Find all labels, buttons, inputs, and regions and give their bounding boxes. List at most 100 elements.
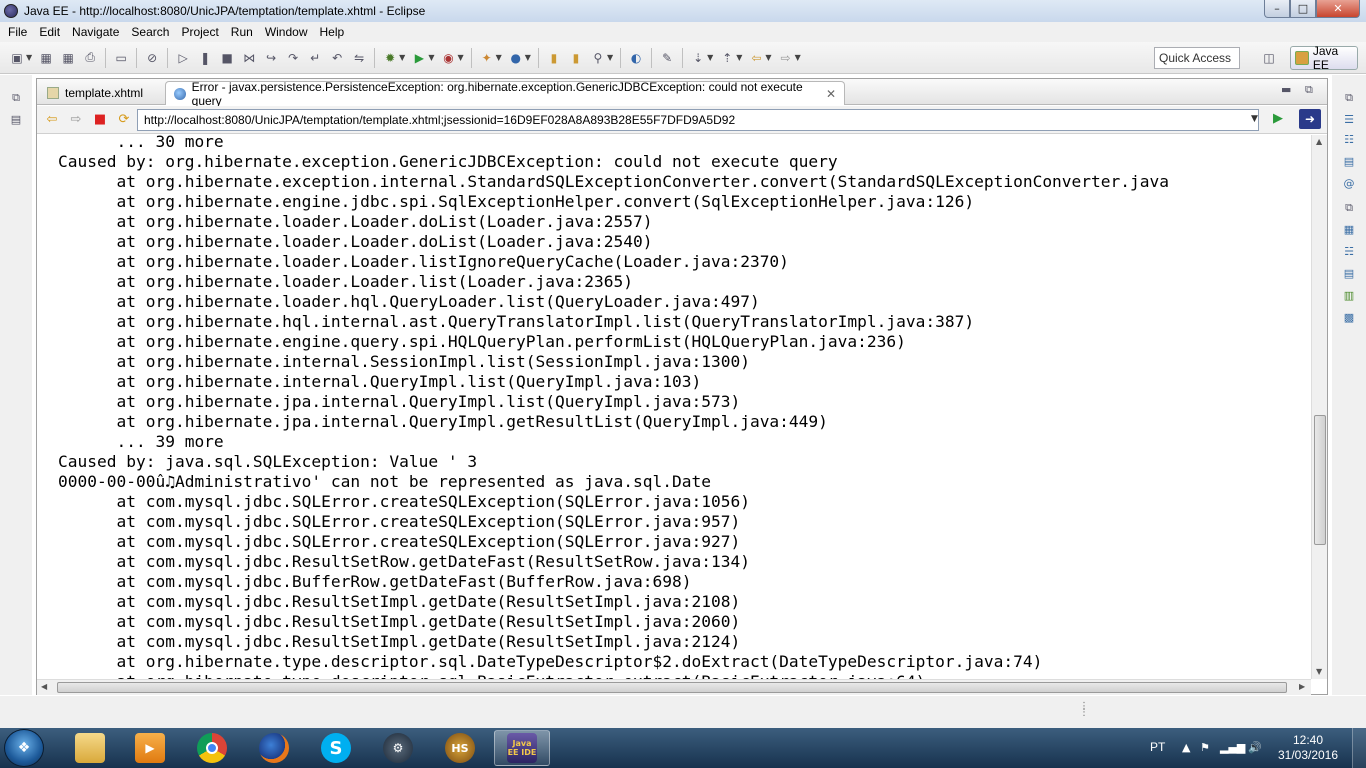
start-button[interactable]: ❖	[4, 729, 44, 767]
menu-project[interactable]: Project	[175, 25, 224, 39]
external-tools-dropdown-icon[interactable]: ▼	[457, 53, 463, 62]
debug-icon[interactable]: ✹	[382, 50, 398, 66]
use-step-filters-icon[interactable]: ⇋	[351, 50, 367, 66]
open-type-icon[interactable]: ▮	[546, 50, 562, 66]
menu-file[interactable]: File	[2, 25, 33, 39]
horizontal-scrollbar[interactable]: ◀ ▶	[37, 679, 1311, 695]
next-annotation-dropdown-icon[interactable]: ▼	[707, 53, 713, 62]
disconnect-icon[interactable]: ⋈	[241, 50, 257, 66]
run-icon[interactable]: ▶	[411, 50, 427, 66]
refresh-icon[interactable]: ⟳	[115, 111, 133, 129]
action-center-flag-icon[interactable]: ⚑	[1200, 741, 1210, 754]
debug-dropdown-icon[interactable]: ▼	[399, 53, 405, 62]
run-dropdown-icon[interactable]: ▼	[428, 53, 434, 62]
language-indicator[interactable]: PT	[1150, 740, 1165, 754]
url-input[interactable]: http://localhost:8080/UnicJPA/temptation…	[137, 109, 1259, 131]
vertical-scrollbar[interactable]: ▲ ▼	[1311, 135, 1327, 679]
resume-icon[interactable]: ▷	[175, 50, 191, 66]
restore-icon[interactable]: ⧉	[1341, 91, 1357, 107]
new-java-class-dropdown-icon[interactable]: ▼	[525, 53, 531, 62]
new-dropdown-icon[interactable]: ▼	[26, 53, 32, 62]
back-dropdown-icon[interactable]: ▼	[765, 53, 771, 62]
project-explorer-icon[interactable]: ▤	[8, 113, 24, 127]
taskbar-firefox[interactable]	[246, 730, 302, 766]
restore-icon[interactable]: ⧉	[1341, 201, 1357, 217]
scroll-up-icon[interactable]: ▲	[1316, 137, 1322, 146]
terminate-icon[interactable]: ■	[219, 50, 235, 66]
network-signal-icon[interactable]: ▂▄▆	[1220, 741, 1245, 754]
tab-browser-error[interactable]: Error - javax.persistence.PersistenceExc…	[165, 80, 845, 108]
markers-icon[interactable]: ▤	[1341, 155, 1357, 171]
forward-icon[interactable]: ⇨	[778, 50, 794, 66]
horizontal-scroll-thumb[interactable]	[57, 682, 1287, 693]
snippets-icon[interactable]: ▤	[1341, 267, 1357, 283]
show-hidden-icons-icon[interactable]: ▲	[1182, 741, 1190, 754]
toggle-mark-occurrences-icon[interactable]: ✎	[659, 50, 675, 66]
taskbar-chrome[interactable]	[184, 730, 240, 766]
close-tab-icon[interactable]: ✕	[826, 87, 836, 101]
open-external-browser-icon[interactable]: ➜	[1299, 109, 1321, 129]
maximize-button[interactable]: □	[1290, 0, 1316, 18]
drop-to-frame-icon[interactable]: ↶	[329, 50, 345, 66]
problems-icon[interactable]: ▥	[1341, 289, 1357, 305]
new-server-dropdown-icon[interactable]: ▼	[496, 53, 502, 62]
go-icon[interactable]: ▶	[1273, 111, 1283, 126]
servers-icon[interactable]: ▦	[1341, 223, 1357, 239]
javadoc-icon[interactable]: @	[1341, 177, 1357, 193]
step-over-icon[interactable]: ↷	[285, 50, 301, 66]
taskbar-steam[interactable]: ⚙	[370, 730, 426, 766]
show-desktop-button[interactable]	[1352, 728, 1366, 768]
forward-icon[interactable]: ⇨	[67, 111, 85, 129]
restore-icon[interactable]: ⧉	[8, 91, 24, 105]
new-java-class-icon[interactable]: ●	[508, 50, 524, 66]
quick-access-input[interactable]: Quick Access	[1154, 47, 1240, 69]
skip-breakpoints-icon[interactable]: ⊘	[144, 50, 160, 66]
menu-help[interactable]: Help	[314, 25, 351, 39]
clock[interactable]: 12:40 31/03/2016	[1276, 733, 1340, 763]
menu-edit[interactable]: Edit	[33, 25, 66, 39]
previous-annotation-dropdown-icon[interactable]: ▼	[736, 53, 742, 62]
console-view-icon[interactable]: ▩	[1341, 311, 1357, 327]
stop-icon[interactable]: ■	[91, 111, 109, 129]
task-list-icon[interactable]: ☰	[1341, 113, 1357, 129]
open-perspective-icon[interactable]: ◫	[1260, 49, 1278, 67]
new-server-icon[interactable]: ✦	[479, 50, 495, 66]
save-all-icon[interactable]: ▦	[60, 50, 76, 66]
taskbar-media-player[interactable]: ▶	[122, 730, 178, 766]
maximize-editor-icon[interactable]: ⧉	[1305, 83, 1313, 97]
external-tools-icon[interactable]: ◉	[440, 50, 456, 66]
forward-dropdown-icon[interactable]: ▼	[795, 53, 801, 62]
vertical-scroll-thumb[interactable]	[1314, 415, 1326, 545]
next-annotation-icon[interactable]: ⇣	[690, 50, 706, 66]
step-into-icon[interactable]: ↪	[263, 50, 279, 66]
menu-run[interactable]: Run	[225, 25, 259, 39]
open-task-icon[interactable]: ▮	[568, 50, 584, 66]
minimize-editor-icon[interactable]: ▬	[1281, 83, 1291, 96]
search-icon[interactable]: ⚲	[590, 50, 606, 66]
scroll-right-icon[interactable]: ▶	[1299, 682, 1305, 691]
back-icon[interactable]: ⇦	[43, 111, 61, 129]
scroll-left-icon[interactable]: ◀	[41, 682, 47, 691]
console-icon[interactable]: ▭	[113, 50, 129, 66]
menu-window[interactable]: Window	[259, 25, 314, 39]
suspend-icon[interactable]: ❚	[197, 50, 213, 66]
data-source-explorer-icon[interactable]: ☵	[1341, 245, 1357, 261]
taskbar-file-explorer[interactable]	[62, 730, 118, 766]
url-history-dropdown-icon[interactable]: ▼	[1251, 114, 1258, 124]
tab-template-xhtml[interactable]: template.xhtml	[39, 81, 165, 105]
perspective-java-ee-button[interactable]: Java EE	[1290, 44, 1358, 72]
new-icon[interactable]: ▣	[9, 50, 25, 66]
minimize-button[interactable]: –	[1264, 0, 1290, 18]
search-dropdown-icon[interactable]: ▼	[607, 53, 613, 62]
volume-icon[interactable]: 🔊	[1248, 741, 1262, 754]
taskbar-eclipse-java-ee[interactable]: Java EE IDE	[494, 730, 550, 766]
menu-search[interactable]: Search	[125, 25, 175, 39]
scroll-down-icon[interactable]: ▼	[1316, 667, 1322, 676]
print-icon[interactable]: ⎙	[82, 50, 98, 66]
previous-annotation-icon[interactable]: ⇡	[719, 50, 735, 66]
taskbar-skype[interactable]: S	[308, 730, 364, 766]
back-icon[interactable]: ⇦	[748, 50, 764, 66]
close-button[interactable]: ✕	[1316, 0, 1360, 18]
open-web-browser-icon[interactable]: ◐	[628, 50, 644, 66]
save-icon[interactable]: ▦	[38, 50, 54, 66]
